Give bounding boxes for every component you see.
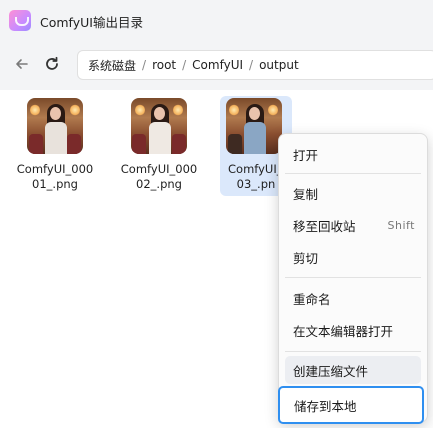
menu-divider	[285, 173, 421, 174]
title-bar: ComfyUI输出目录	[0, 0, 433, 40]
shortcut-hint: Shift	[387, 218, 415, 232]
breadcrumb-separator: /	[249, 58, 254, 72]
image-thumbnail	[226, 98, 282, 154]
breadcrumb-separator: /	[182, 58, 187, 72]
menu-item-copy[interactable]: 复制	[285, 179, 421, 207]
image-thumbnail	[27, 98, 83, 154]
file-item[interactable]: ComfyUI_000 01_.png	[10, 96, 100, 196]
menu-item-cut[interactable]: 剪切	[285, 243, 421, 271]
menu-item-open[interactable]: 打开	[285, 140, 421, 168]
breadcrumb[interactable]: 系统磁盘 / root / ComfyUI / output	[77, 50, 433, 80]
breadcrumb-separator: /	[142, 58, 147, 72]
file-name: ComfyUI_000 01_.png	[16, 162, 94, 191]
breadcrumb-item[interactable]: 系统磁盘	[88, 57, 136, 74]
menu-item-move-to-trash[interactable]: 移至回收站 Shift	[285, 211, 421, 239]
refresh-button[interactable]	[40, 52, 64, 76]
menu-divider	[285, 351, 421, 352]
app-logo-icon	[9, 10, 31, 31]
menu-item-create-archive[interactable]: 创建压缩文件	[285, 356, 421, 384]
menu-item-open-in-text-editor[interactable]: 在文本编辑器打开	[285, 316, 421, 344]
toolbar: 系统磁盘 / root / ComfyUI / output	[0, 40, 433, 90]
breadcrumb-item[interactable]: ComfyUI	[192, 58, 243, 72]
file-name: ComfyUI_000 02_.png	[120, 162, 198, 191]
file-item[interactable]: ComfyUI_000 02_.png	[114, 96, 204, 196]
context-menu: 打开 复制 移至回收站 Shift 剪切 重命名 在文本编辑器打开 创建压缩文件…	[278, 133, 428, 424]
arrow-left-icon	[16, 59, 28, 69]
menu-item-save-to-local[interactable]: 储存到本地	[278, 386, 424, 424]
menu-divider	[285, 277, 421, 278]
menu-item-rename[interactable]: 重命名	[285, 284, 421, 312]
image-thumbnail	[131, 98, 187, 154]
breadcrumb-item[interactable]: output	[259, 58, 299, 72]
refresh-icon	[46, 56, 58, 70]
breadcrumb-item[interactable]: root	[152, 58, 176, 72]
window-title: ComfyUI输出目录	[40, 15, 143, 30]
back-button[interactable]	[10, 52, 34, 76]
